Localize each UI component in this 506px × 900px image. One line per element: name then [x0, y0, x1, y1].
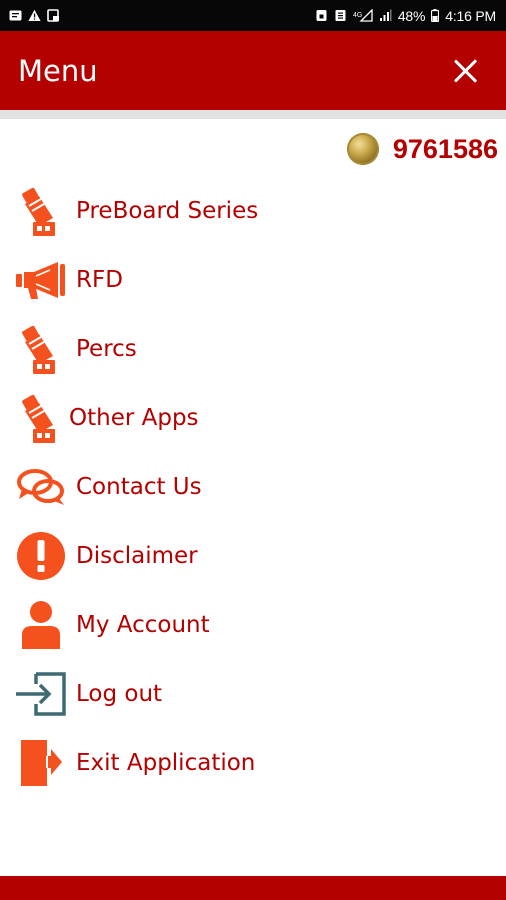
exit-icon	[16, 736, 66, 790]
bell-icon	[16, 322, 66, 376]
menu-item-log-out[interactable]: Log out	[0, 659, 506, 728]
menu-item-exit-application[interactable]: Exit Application	[0, 728, 506, 797]
bottom-bar	[0, 876, 506, 900]
header-divider	[0, 110, 506, 119]
menu-item-label: Exit Application	[76, 749, 256, 776]
gallery-icon	[47, 9, 59, 22]
menu-item-my-account[interactable]: My Account	[0, 590, 506, 659]
lock-icon	[316, 10, 327, 21]
header: Menu	[0, 31, 506, 110]
exclamation-icon	[16, 529, 66, 583]
menu-item-preboard-series[interactable]: PreBoard Series	[0, 176, 506, 245]
battery-percent: 48%	[397, 7, 426, 24]
menu-item-other-apps[interactable]: Other Apps	[0, 383, 506, 452]
signal-icon	[379, 9, 392, 21]
logout-icon	[16, 667, 66, 721]
menu-item-rfd[interactable]: RFD	[0, 245, 506, 314]
battery-icon	[431, 9, 440, 22]
bell-icon	[16, 184, 66, 238]
page-title: Menu	[18, 53, 98, 88]
menu-item-disclaimer[interactable]: Disclaimer	[0, 521, 506, 590]
warning-icon	[28, 9, 41, 21]
megaphone-icon	[16, 253, 66, 307]
menu-item-label: RFD	[76, 266, 123, 293]
user-icon	[16, 598, 66, 652]
svg-text:4G: 4G	[353, 12, 362, 19]
menu-item-label: Disclaimer	[76, 542, 198, 569]
status-right: 4G 48% 4:16 PM	[315, 8, 496, 24]
clock: 4:16 PM	[445, 7, 496, 24]
network-icon: 4G	[353, 9, 373, 22]
close-button[interactable]	[452, 57, 480, 85]
menu-item-label: PreBoard Series	[76, 197, 259, 224]
coin-value: 9761586	[392, 133, 498, 164]
menu-item-label: Other Apps	[69, 404, 199, 431]
nfc-icon	[335, 10, 346, 21]
menu-item-label: Percs	[76, 335, 137, 362]
status-left	[9, 9, 60, 22]
status-bar: 4G 48% 4:16 PM	[0, 0, 506, 31]
coin-icon	[346, 133, 379, 165]
menu-item-contact-us[interactable]: Contact Us	[0, 452, 506, 521]
menu-item-percs[interactable]: Percs	[0, 314, 506, 383]
message-icon	[9, 10, 22, 21]
chat-bubbles-icon	[16, 460, 66, 514]
menu-item-label: My Account	[76, 611, 210, 638]
coin-balance: 9761586	[346, 133, 498, 165]
bell-icon	[16, 391, 66, 445]
menu-item-label: Contact Us	[76, 473, 202, 500]
menu-item-label: Log out	[76, 680, 163, 707]
